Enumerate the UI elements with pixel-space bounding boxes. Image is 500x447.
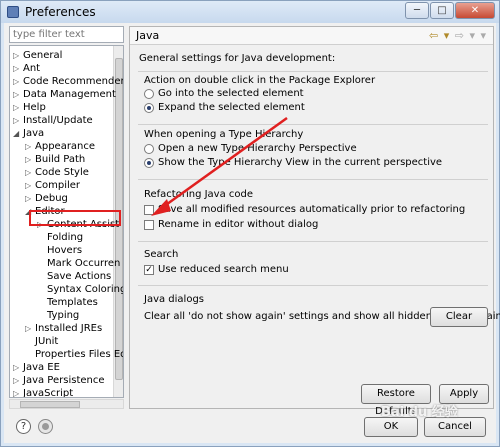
annotation-arrow [151, 116, 288, 216]
preferences-window: Preferences ─ □ ✕ ▷General▷Ant▷Code Reco… [0, 0, 500, 447]
watermark: Bai du 经验 [381, 405, 458, 420]
